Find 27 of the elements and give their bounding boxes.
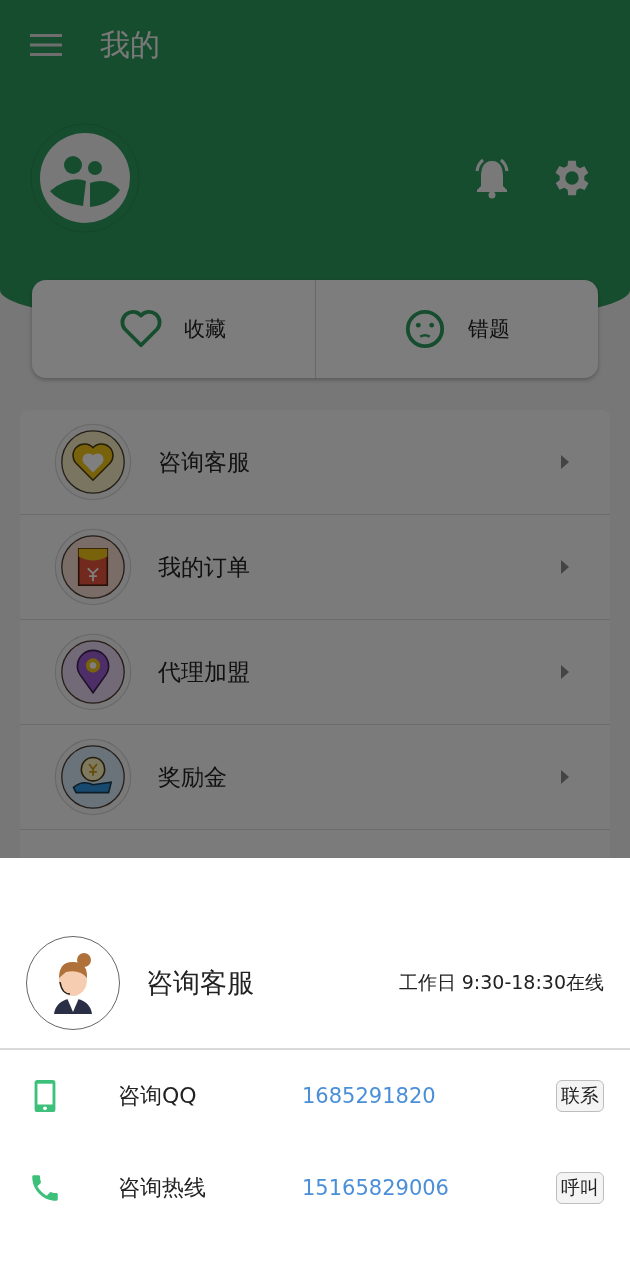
caret-icon — [560, 769, 570, 785]
contact-action-button[interactable]: 呼叫 — [556, 1172, 604, 1204]
contact-label: 咨询热线 — [118, 1174, 207, 1202]
menu-item-icon — [54, 423, 132, 501]
sad-face-icon — [403, 308, 446, 350]
quick-action-button[interactable]: 收藏 — [32, 280, 315, 378]
contact-label: 咨询QQ — [118, 1082, 198, 1110]
menu-item[interactable]: 代理加盟 — [20, 620, 610, 725]
contact-number[interactable]: 15165829006 — [302, 1176, 556, 1200]
contact-number[interactable]: 1685291820 — [302, 1084, 556, 1108]
menu-icon[interactable] — [30, 33, 62, 57]
menu-item-icon — [54, 738, 132, 816]
caret-icon — [560, 559, 570, 575]
menu-item[interactable]: 奖励金 — [20, 725, 610, 830]
menu-item[interactable]: 咨询客服 — [20, 410, 610, 515]
avatar-icon[interactable] — [30, 123, 140, 233]
caret-icon — [560, 454, 570, 470]
sheet-title: 咨询客服 — [146, 966, 255, 1000]
caret-icon — [560, 664, 570, 680]
heart-icon — [120, 308, 163, 350]
menu-item[interactable]: 我的订单 — [20, 515, 610, 620]
quick-action-button[interactable]: 错题 — [314, 280, 598, 378]
menu-item-icon — [54, 633, 132, 711]
working-hours: 工作日 9:30-18:30在线 — [398, 970, 604, 995]
page-title: 我的 — [100, 25, 160, 64]
menu-item-icon — [54, 528, 132, 606]
contact-action-button[interactable]: 联系 — [556, 1080, 604, 1112]
